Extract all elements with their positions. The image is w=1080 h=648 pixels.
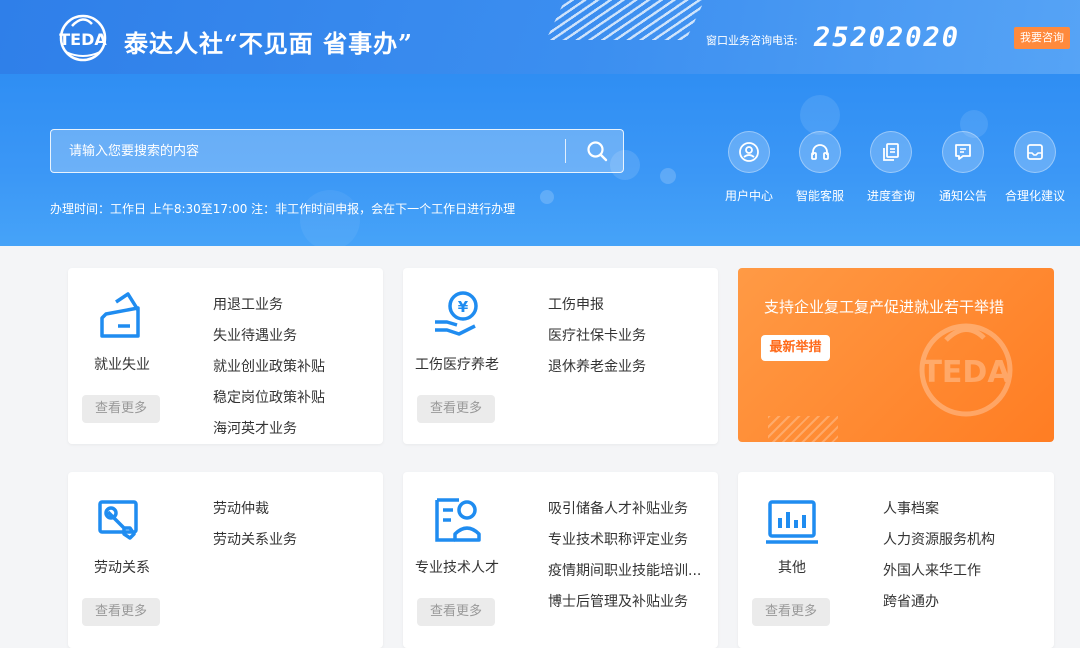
- card-link[interactable]: 劳动仲裁: [213, 498, 297, 529]
- view-more-button[interactable]: 查看更多: [752, 598, 830, 626]
- service-card-employment[interactable]: 就业失业 查看更多 用退工业务 失业待遇业务 就业创业政策补贴 稳定岗位政策补贴…: [68, 268, 383, 444]
- card-link[interactable]: 劳动关系业务: [213, 529, 297, 560]
- quick-link-user-center[interactable]: 用户中心: [714, 131, 784, 204]
- document-copy-icon: [870, 131, 912, 173]
- bar-chart-icon: [766, 500, 818, 544]
- wrench-screen-icon: [98, 500, 138, 540]
- promo-banner[interactable]: TEDA 支持企业复工复产促进就业若干举措 最新举措: [738, 268, 1054, 442]
- decor-bubble: [800, 95, 840, 135]
- card-title: 劳动关系: [94, 560, 150, 576]
- quick-link-label: 用户中心: [724, 189, 773, 203]
- search-bar: [50, 129, 624, 173]
- card-link[interactable]: 人事档案: [883, 498, 995, 529]
- decor-bubble: [660, 168, 676, 184]
- card-link[interactable]: 失业待遇业务: [213, 325, 325, 356]
- search-input[interactable]: [51, 130, 563, 172]
- service-card-professional-talent[interactable]: 专业技术人才 查看更多 吸引储备人才补贴业务 专业技术职称评定业务 疫情期间职业…: [403, 472, 718, 648]
- card-title: 就业失业: [94, 357, 150, 373]
- headset-icon: [799, 131, 841, 173]
- card-title: 工伤医疗养老: [415, 357, 499, 373]
- card-link[interactable]: 医疗社保卡业务: [548, 325, 646, 356]
- header-banner: TEDA 泰达人社“不见面 省事办” 窗口业务咨询电话: 25202020 我要…: [0, 0, 1080, 246]
- card-link[interactable]: 疫情期间职业技能培训...: [548, 560, 701, 591]
- card-link[interactable]: 用退工业务: [213, 294, 325, 325]
- svg-text:¥: ¥: [458, 298, 469, 316]
- office-hours-text: 办理时间：工作日 上午8:30至17:00 注：非工作时间申报，会在下一个工作日…: [50, 202, 516, 216]
- view-more-button[interactable]: 查看更多: [82, 395, 160, 423]
- card-link[interactable]: 海河英才业务: [213, 418, 325, 449]
- quick-link-progress-query[interactable]: 进度查询: [856, 131, 926, 204]
- quick-link-label: 合理化建议: [1004, 189, 1065, 203]
- card-link-list: 劳动仲裁 劳动关系业务: [213, 498, 297, 560]
- card-link[interactable]: 工伤申报: [548, 294, 646, 325]
- card-link[interactable]: 外国人来华工作: [883, 560, 995, 591]
- search-icon: [587, 141, 608, 162]
- quick-link-suggestions[interactable]: 合理化建议: [1000, 131, 1070, 204]
- card-link[interactable]: 就业创业政策补贴: [213, 356, 325, 387]
- search-button[interactable]: [571, 130, 623, 172]
- search-divider: [565, 139, 566, 163]
- svg-text:TEDA: TEDA: [921, 355, 1011, 390]
- decor-bubble: [300, 190, 360, 246]
- card-link[interactable]: 人力资源服务机构: [883, 529, 995, 560]
- view-more-button[interactable]: 查看更多: [417, 395, 495, 423]
- hotline-label: 窗口业务咨询电话:: [706, 34, 798, 47]
- card-link[interactable]: 博士后管理及补贴业务: [548, 591, 701, 622]
- decor-bubble: [540, 190, 554, 204]
- consult-button[interactable]: 我要咨询: [1014, 27, 1070, 49]
- card-link-list: 工伤申报 医疗社保卡业务 退休养老金业务: [548, 294, 646, 387]
- view-more-button[interactable]: 查看更多: [417, 598, 495, 626]
- quick-link-label: 智能客服: [795, 189, 844, 203]
- service-card-other[interactable]: 其他 查看更多 人事档案 人力资源服务机构 外国人来华工作 跨省通办: [738, 472, 1054, 648]
- wallet-card-icon: [100, 292, 140, 338]
- card-link[interactable]: 退休养老金业务: [548, 356, 646, 387]
- service-card-injury-medical-pension[interactable]: ¥ 工伤医疗养老 查看更多 工伤申报 医疗社保卡业务 退休养老金业务: [403, 268, 718, 444]
- card-link-list: 吸引储备人才补贴业务 专业技术职称评定业务 疫情期间职业技能培训... 博士后管…: [548, 498, 701, 622]
- decor-stripes: [546, 0, 714, 40]
- view-more-button[interactable]: 查看更多: [82, 598, 160, 626]
- hotline-number: 25202020: [814, 22, 961, 53]
- card-link[interactable]: 专业技术职称评定业务: [548, 529, 701, 560]
- promo-tag[interactable]: 最新举措: [761, 335, 830, 361]
- card-title: 其他: [778, 560, 806, 576]
- svg-text:TEDA: TEDA: [59, 30, 107, 49]
- teda-logo: TEDA: [59, 14, 107, 62]
- mail-icon: [1014, 131, 1056, 173]
- decor-stripes: [768, 416, 838, 442]
- person-document-icon: [435, 498, 481, 542]
- card-link[interactable]: 跨省通办: [883, 591, 995, 622]
- quick-link-smart-service[interactable]: 智能客服: [785, 131, 855, 204]
- quick-link-label: 通知公告: [938, 189, 987, 203]
- hand-coin-icon: ¥: [435, 291, 478, 336]
- user-circle-icon: [728, 131, 770, 173]
- card-link[interactable]: 稳定岗位政策补贴: [213, 387, 325, 418]
- brand-title: 泰达人社“不见面 省事办”: [124, 29, 413, 58]
- teda-watermark-logo: TEDA: [919, 323, 1013, 417]
- message-icon: [942, 131, 984, 173]
- card-link[interactable]: 吸引储备人才补贴业务: [548, 498, 701, 529]
- quick-link-label: 进度查询: [866, 189, 915, 203]
- card-title: 专业技术人才: [415, 560, 499, 576]
- card-link-list: 用退工业务 失业待遇业务 就业创业政策补贴 稳定岗位政策补贴 海河英才业务: [213, 294, 325, 449]
- quick-link-notices[interactable]: 通知公告: [928, 131, 998, 204]
- promo-title[interactable]: 支持企业复工复产促进就业若干举措: [764, 296, 1004, 317]
- service-card-labor-relations[interactable]: 劳动关系 查看更多 劳动仲裁 劳动关系业务: [68, 472, 383, 648]
- card-link-list: 人事档案 人力资源服务机构 外国人来华工作 跨省通办: [883, 498, 995, 622]
